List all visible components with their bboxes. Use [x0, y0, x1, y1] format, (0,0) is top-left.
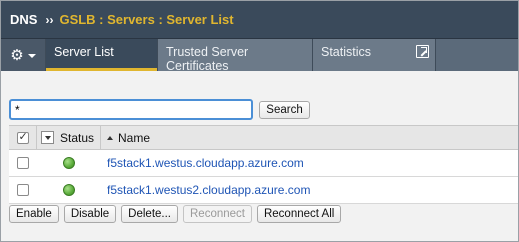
tab-server-list[interactable]: Server List: [46, 39, 158, 71]
chevron-down-icon: [27, 54, 36, 58]
row-checkbox[interactable]: [17, 184, 29, 196]
name-column-header[interactable]: Name: [101, 131, 150, 145]
chevron-down-icon: [44, 135, 51, 140]
tab-trusted-server-certificates[interactable]: Trusted Server Certificates: [158, 39, 313, 73]
select-all-cell: [9, 126, 37, 149]
status-filter-dropdown[interactable]: [41, 131, 54, 144]
breadcrumb-path[interactable]: GSLB : Servers : Server List: [59, 12, 233, 27]
tab-statistics-label: Statistics: [321, 45, 372, 59]
reconnect-all-button[interactable]: Reconnect All: [256, 205, 342, 223]
row-checkbox[interactable]: [17, 157, 29, 169]
table-row: f5stack1.westus2.cloudapp.azure.com: [9, 177, 518, 204]
main-content: Search Status Name f5stack1.westus.cloud…: [1, 71, 518, 241]
server-name-link[interactable]: f5stack1.westus.cloudapp.azure.com: [107, 156, 304, 170]
search-button[interactable]: Search: [259, 100, 310, 119]
action-buttons: Enable Disable Delete... Reconnect Recon…: [9, 205, 342, 223]
enable-button[interactable]: Enable: [9, 205, 59, 223]
tab-menu-button[interactable]: ⚙: [1, 39, 46, 71]
name-column-label: Name: [118, 130, 151, 145]
breadcrumb: DNS ›› GSLB : Servers : Server List: [1, 1, 518, 39]
status-available-icon: [63, 157, 75, 169]
breadcrumb-separator: ››: [45, 12, 54, 27]
table-row: f5stack1.westus.cloudapp.azure.com: [9, 150, 518, 177]
table-header: Status Name: [9, 126, 518, 150]
search-input[interactable]: [9, 99, 253, 120]
reconnect-button[interactable]: Reconnect: [183, 205, 252, 223]
status-column-label: Status: [60, 130, 95, 145]
sort-ascending-icon: [107, 135, 113, 140]
status-column-header[interactable]: Status: [37, 126, 101, 149]
tab-statistics[interactable]: Statistics: [313, 39, 436, 71]
search-row: Search: [9, 99, 310, 120]
disable-button[interactable]: Disable: [63, 205, 117, 223]
select-all-checkbox[interactable]: [16, 130, 29, 144]
server-list-table: Status Name f5stack1.westus.cloudapp.azu…: [9, 125, 518, 204]
status-available-icon: [63, 184, 75, 196]
breadcrumb-root[interactable]: DNS: [10, 12, 37, 27]
tab-bar-filler: [436, 39, 518, 71]
server-name-link[interactable]: f5stack1.westus2.cloudapp.azure.com: [107, 183, 310, 197]
delete-button[interactable]: Delete...: [121, 205, 178, 223]
tab-bar: ⚙ Server List Trusted Server Certificate…: [1, 39, 518, 73]
external-window-icon[interactable]: [416, 45, 429, 58]
gear-icon: ⚙: [10, 46, 24, 64]
